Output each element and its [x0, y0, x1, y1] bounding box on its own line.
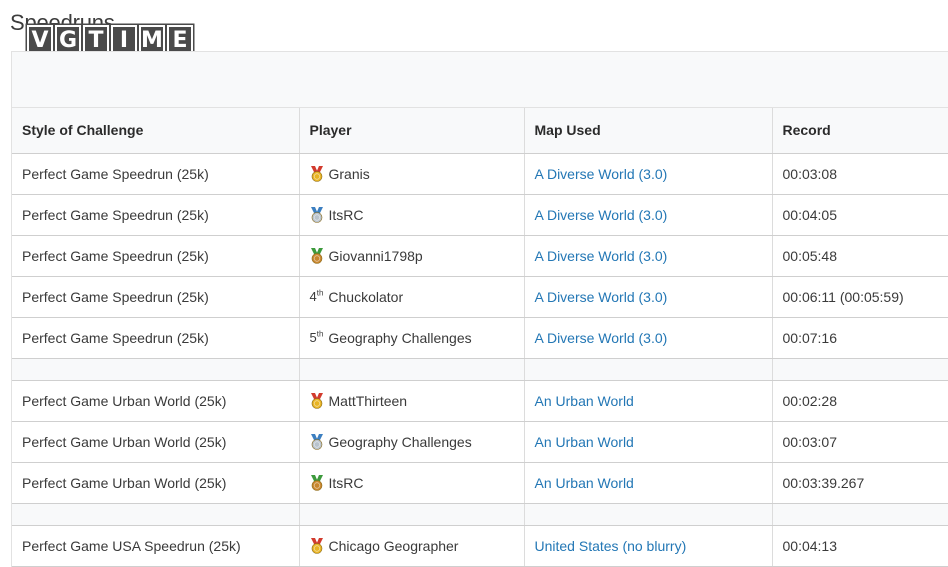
- map-cell: A Diverse World (3.0): [524, 194, 773, 236]
- gold-medal-icon: [310, 392, 323, 409]
- challenge-cell: Perfect Game Speedrun (25k): [12, 194, 300, 236]
- table-header-row: Style of Challenge Player Map Used Recor…: [12, 108, 948, 154]
- table-row: Perfect Game Urban World (25k) ItsRC An Ur…: [12, 462, 948, 504]
- speedruns-panel: Style of Challenge Player Map Used Recor…: [11, 51, 948, 567]
- player-cell: Chicago Geographer: [299, 525, 525, 567]
- spacer-cell: [524, 358, 773, 381]
- panel-header: [12, 52, 948, 108]
- player-cell: Giovanni1798p: [299, 235, 525, 277]
- player-cell: Geography Challenges: [299, 421, 525, 463]
- map-link[interactable]: A Diverse World (3.0): [535, 330, 668, 346]
- map-cell: A Diverse World (3.0): [524, 276, 773, 318]
- player-name: MattThirteen: [328, 392, 408, 409]
- spacer-cell: [772, 503, 948, 526]
- bronze-medal-icon: [310, 474, 323, 491]
- record-cell: 00:03:07: [772, 421, 948, 463]
- column-header-style: Style of Challenge: [12, 108, 300, 154]
- challenge-cell: Perfect Game Urban World (25k): [12, 462, 300, 504]
- challenge-cell: Perfect Game Urban World (25k): [12, 380, 300, 422]
- map-cell: United States (no blurry): [524, 525, 773, 567]
- speedruns-table: Style of Challenge Player Map Used Recor…: [12, 108, 948, 567]
- rank-label: 5th: [310, 330, 324, 345]
- record-cell: 00:04:13: [772, 525, 948, 567]
- spacer-cell: [299, 503, 525, 526]
- player-name: ItsRC: [328, 474, 364, 491]
- player-name: Chicago Geographer: [328, 537, 459, 554]
- map-cell: A Diverse World (3.0): [524, 317, 773, 359]
- map-cell: An Urban World: [524, 380, 773, 422]
- silver-medal-icon: [310, 206, 323, 223]
- map-cell: An Urban World: [524, 462, 773, 504]
- map-link[interactable]: An Urban World: [535, 475, 634, 491]
- map-link[interactable]: An Urban World: [535, 393, 634, 409]
- map-cell: A Diverse World (3.0): [524, 153, 773, 195]
- rank-suffix: th: [316, 288, 324, 298]
- map-link[interactable]: United States (no blurry): [535, 538, 687, 554]
- player-cell: ItsRC: [299, 194, 525, 236]
- column-header-record: Record: [772, 108, 948, 154]
- challenge-cell: Perfect Game USA Speedrun (25k): [12, 525, 300, 567]
- player-cell: 4th Chuckolator: [299, 276, 525, 318]
- player-cell: 5th Geography Challenges: [299, 317, 525, 359]
- player-name: Granis: [328, 165, 370, 182]
- table-row: Perfect Game Speedrun (25k) ItsRC A Divers…: [12, 194, 948, 236]
- bronze-medal-icon: [310, 247, 323, 264]
- gold-medal-icon: [310, 165, 323, 182]
- table-row: Perfect Game Speedrun (25k) Giovanni1798p…: [12, 235, 948, 277]
- spacer-cell: [299, 358, 525, 381]
- record-cell: 00:04:05: [772, 194, 948, 236]
- spacer-cell: [524, 503, 773, 526]
- column-header-map: Map Used: [524, 108, 773, 154]
- player-cell: MattThirteen: [299, 380, 525, 422]
- gold-medal-icon: [310, 537, 323, 554]
- player-name: Geography Challenges: [328, 433, 472, 450]
- table-row: Perfect Game Urban World (25k) MattThirte…: [12, 380, 948, 422]
- challenge-cell: Perfect Game Speedrun (25k): [12, 235, 300, 277]
- player-name: Giovanni1798p: [328, 247, 423, 264]
- rank-number: 5: [309, 330, 317, 345]
- challenge-cell: Perfect Game Urban World (25k): [12, 421, 300, 463]
- challenge-cell: Perfect Game Speedrun (25k): [12, 153, 300, 195]
- record-cell: 00:03:39.267: [772, 462, 948, 504]
- map-link[interactable]: A Diverse World (3.0): [535, 248, 668, 264]
- group-spacer-row: [12, 358, 948, 381]
- group-spacer-row: [12, 503, 948, 526]
- record-cell: 00:03:08: [772, 153, 948, 195]
- record-cell: 00:07:16: [772, 317, 948, 359]
- record-cell: 00:06:11 (00:05:59): [772, 276, 948, 318]
- silver-medal-icon: [310, 433, 323, 450]
- map-cell: A Diverse World (3.0): [524, 235, 773, 277]
- map-link[interactable]: A Diverse World (3.0): [535, 289, 668, 305]
- rank-label: 4th: [310, 289, 324, 304]
- map-link[interactable]: A Diverse World (3.0): [535, 207, 668, 223]
- challenge-cell: Perfect Game Speedrun (25k): [12, 317, 300, 359]
- table-row: Perfect Game USA Speedrun (25k) Chicago G…: [12, 525, 948, 567]
- map-link[interactable]: A Diverse World (3.0): [535, 166, 668, 182]
- player-cell: Granis: [299, 153, 525, 195]
- record-cell: 00:05:48: [772, 235, 948, 277]
- spacer-cell: [772, 358, 948, 381]
- player-cell: ItsRC: [299, 462, 525, 504]
- challenge-cell: Perfect Game Speedrun (25k): [12, 276, 300, 318]
- record-cell: 00:02:28: [772, 380, 948, 422]
- spacer-cell: [12, 358, 300, 381]
- spacer-cell: [12, 503, 300, 526]
- map-cell: An Urban World: [524, 421, 773, 463]
- player-name: ItsRC: [328, 206, 364, 223]
- table-row: Perfect Game Speedrun (25k) Granis A Diver…: [12, 153, 948, 195]
- player-name: Geography Challenges: [328, 329, 472, 346]
- rank-number: 4: [309, 289, 317, 304]
- player-name: Chuckolator: [328, 288, 404, 305]
- rank-suffix: th: [316, 329, 324, 339]
- table-row: Perfect Game Speedrun (25k) 5th Geography …: [12, 317, 948, 359]
- map-link[interactable]: An Urban World: [535, 434, 634, 450]
- column-header-player: Player: [299, 108, 525, 154]
- table-row: Perfect Game Speedrun (25k) 4th Chuckolato…: [12, 276, 948, 318]
- table-row: Perfect Game Urban World (25k) Geography …: [12, 421, 948, 463]
